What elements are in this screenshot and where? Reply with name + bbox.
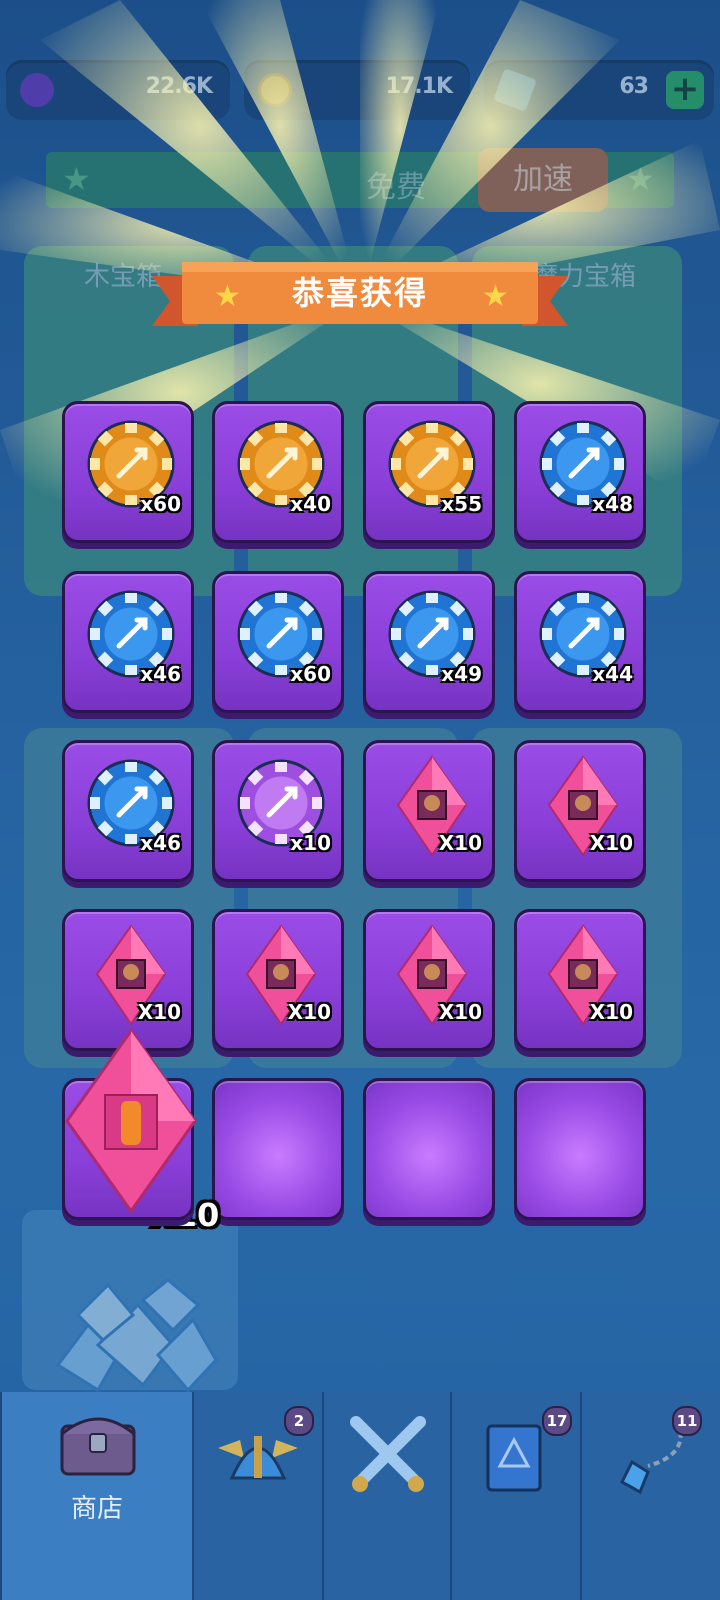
- treasure-chest-icon: [60, 1417, 136, 1476]
- reward-qty: x49: [441, 662, 482, 686]
- bow-chip-icon: [388, 590, 476, 678]
- reward-qty: x44: [592, 662, 633, 686]
- reward-qty: x48: [592, 492, 633, 516]
- reward-tile: x48: [514, 401, 646, 543]
- elf-hero-chip-icon: [87, 420, 175, 508]
- dragon-chip-icon: [539, 590, 627, 678]
- goblin-shard-icon: [547, 755, 619, 857]
- nav-badge: 2: [284, 1406, 314, 1436]
- reward-qty: X10: [438, 831, 482, 855]
- nav-tab-shop[interactable]: 商店: [0, 1392, 192, 1600]
- reward-qty: x60: [290, 662, 331, 686]
- nav-tab-battle[interactable]: [322, 1392, 450, 1600]
- reward-qty: X10: [287, 1000, 331, 1024]
- reward-tile: X10: [514, 909, 646, 1051]
- reward-tile: x40: [212, 401, 344, 543]
- nav-tab-heroes[interactable]: 2: [192, 1392, 322, 1600]
- reward-qty: X10: [589, 1000, 633, 1024]
- sword-chip-icon: [539, 420, 627, 508]
- reward-tile: x60: [212, 571, 344, 713]
- nav-tab-items[interactable]: 11: [580, 1392, 720, 1600]
- beast-shard-icon: [245, 924, 317, 1026]
- sword-chip-icon: [237, 759, 325, 847]
- nav-tab-book[interactable]: 17: [450, 1392, 580, 1600]
- spirit-chip-icon: [87, 759, 175, 847]
- reward-qty: x60: [140, 492, 181, 516]
- hammer-chip-icon: [87, 590, 175, 678]
- reward-tile: x46: [62, 740, 194, 882]
- reward-tile: X10: [363, 740, 495, 882]
- reward-tile: X10: [62, 909, 194, 1051]
- reward-tile: x46: [62, 571, 194, 713]
- reward-tile: x55: [363, 401, 495, 543]
- reward-qty: X10: [589, 831, 633, 855]
- reward-tile: [62, 1028, 197, 1220]
- reward-tile: x49: [363, 571, 495, 713]
- empty-reward-slot: [212, 1078, 344, 1220]
- reward-tile: X10: [514, 740, 646, 882]
- reward-tile: X10: [212, 909, 344, 1051]
- reward-qty: x46: [140, 662, 181, 686]
- reward-qty: x10: [290, 831, 331, 855]
- nav-tab-shop-label: 商店: [70, 1494, 123, 1524]
- robot-shard-icon: [547, 924, 619, 1026]
- nav-badge: 17: [542, 1406, 572, 1436]
- bottom-nav: 商店 2 17 11: [0, 1392, 720, 1600]
- reward-tile: x60: [62, 401, 194, 543]
- spell-book-icon: [486, 1424, 542, 1492]
- nav-badge: 11: [672, 1406, 702, 1436]
- reward-tile: X10: [363, 909, 495, 1051]
- winged-emblem-chip-icon: [388, 420, 476, 508]
- reward-qty: x40: [290, 492, 331, 516]
- empty-reward-slot: [363, 1078, 495, 1220]
- empty-reward-slot: [514, 1078, 646, 1220]
- reward-tile: x44: [514, 571, 646, 713]
- reward-qty: x55: [441, 492, 482, 516]
- reward-title: 恭喜获得: [291, 274, 428, 312]
- dagger-chip-icon: [237, 590, 325, 678]
- reward-tile: x10: [212, 740, 344, 882]
- reward-qty: x46: [140, 831, 181, 855]
- warrior-shard-icon: [396, 755, 468, 857]
- flame-shard-icon: [65, 1028, 197, 1214]
- reward-qty: X10: [137, 1000, 181, 1024]
- crossed-swords-icon: [350, 1416, 426, 1492]
- reward-qty: X10: [438, 1000, 482, 1024]
- cyclops-hero-chip-icon: [237, 420, 325, 508]
- santa-shard-icon: [396, 924, 468, 1026]
